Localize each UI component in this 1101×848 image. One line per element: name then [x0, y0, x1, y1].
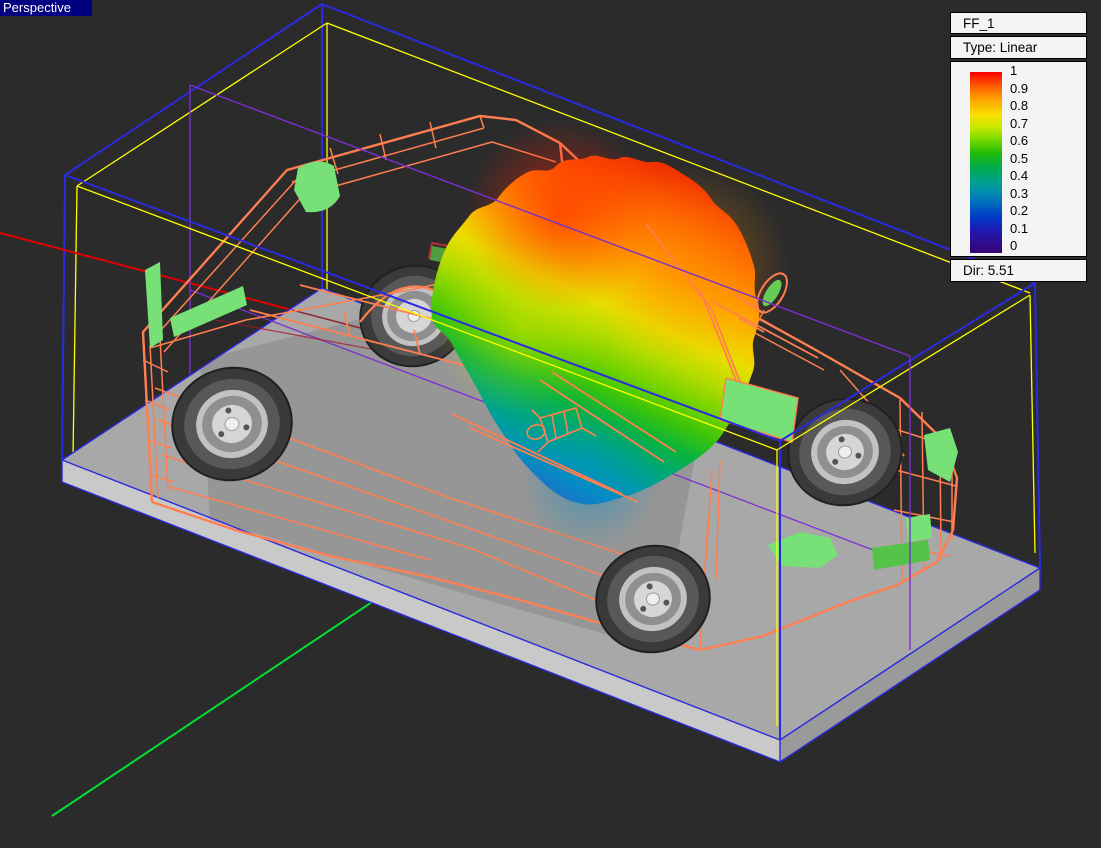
rear-window-far — [294, 161, 340, 213]
colorbar-gradient — [970, 72, 1002, 253]
legend-title: FF_1 — [950, 12, 1087, 34]
legend-directivity: Dir: 5.51 — [950, 259, 1087, 282]
rear-window-near — [145, 262, 163, 348]
viewport-3d[interactable]: Perspective FF_1 Type: Linear 1 0.9 0.8 … — [0, 0, 1101, 848]
colorbar-tick: 0.2 — [1010, 203, 1029, 218]
colorbar-tick: 0.1 — [1010, 220, 1029, 236]
colorbar-tick: 0.8 — [1010, 98, 1029, 113]
colorbar-tick: 0.5 — [1010, 150, 1029, 166]
colorbar-tick: 0 — [1010, 238, 1018, 253]
viewport-label[interactable]: Perspective — [0, 0, 92, 16]
side-window-strip — [170, 286, 247, 337]
colorbar-tick: 0.7 — [1010, 115, 1029, 131]
colorbar-tick-labels: 1 0.9 0.8 0.7 0.6 0.5 0.4 0.3 0.2 0.1 0 — [1010, 64, 1028, 253]
axis-y-green — [51, 589, 391, 817]
headlight-right — [924, 428, 958, 482]
colorbar-tick: 0.3 — [1010, 185, 1029, 201]
legend-type-label: Type: Linear — [950, 36, 1087, 59]
colorbar-tick: 0.4 — [1010, 168, 1029, 183]
colorbar-tick: 0.6 — [1010, 133, 1029, 148]
scene-canvas[interactable] — [0, 0, 1101, 848]
colorbar-tick: 0.9 — [1010, 80, 1029, 96]
colorbar-tick: 1 — [1010, 63, 1018, 78]
legend-color-scale: 1 0.9 0.8 0.7 0.6 0.5 0.4 0.3 0.2 0.1 0 — [950, 61, 1087, 257]
